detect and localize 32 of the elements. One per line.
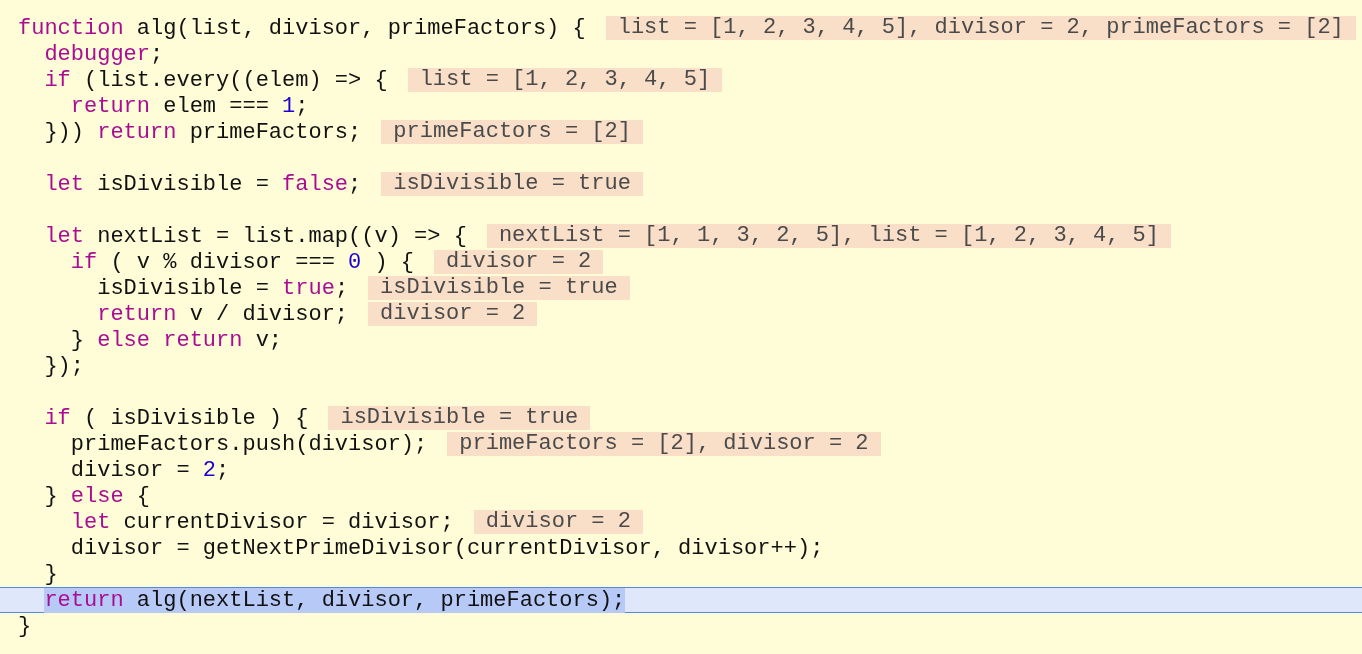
inline-value-badge: isDivisible = true: [381, 172, 643, 196]
code-line: })) return primeFactors;: [43, 119, 362, 145]
code-line: divisor = getNextPrimeDivisor(currentDivisor, divisor++);: [69, 535, 824, 561]
inline-value-badge: isDivisible = true: [328, 406, 591, 430]
code-line: } else return v;: [69, 327, 283, 353]
code-line: primeFactors.push(divisor);: [69, 431, 428, 457]
inline-value-badge: primeFactors = [2]: [381, 120, 643, 144]
code-line: let currentDivisor = divisor;: [69, 509, 454, 535]
code-line: }: [18, 613, 32, 639]
code-line: if (list.every((elem) => {: [43, 67, 388, 93]
inline-value-badge: nextList = [1, 1, 3, 2, 5], list = [1, 2, 3, 4, 5]: [486, 224, 1171, 248]
code-line: isDivisible = true;: [96, 275, 349, 301]
code-line: return v / divisor;: [96, 301, 349, 327]
inline-value-badge: primeFactors = [2], divisor = 2: [447, 432, 881, 456]
code-line: }: [43, 561, 58, 587]
code-line: return alg(nextList, divisor, primeFactors);: [43, 587, 626, 613]
code-line: });: [43, 353, 84, 379]
code-line: divisor = 2;: [69, 457, 230, 483]
inline-value-badge: list = [1, 2, 3, 4, 5], divisor = 2, primeFactors = [2]: [605, 16, 1356, 40]
code-line: if ( isDivisible ) {: [43, 405, 309, 431]
code-line: let nextList = list.map((v) => {: [43, 223, 467, 249]
inline-value-badge: divisor = 2: [368, 302, 538, 326]
code-line: function alg(list, divisor, primeFactors) {: [18, 15, 586, 41]
inline-value-badge: isDivisible = true: [368, 276, 630, 300]
code-line: return elem === 1;: [69, 93, 309, 119]
inline-value-badge: divisor = 2: [473, 510, 643, 534]
code-line: debugger;: [43, 41, 164, 67]
code-line: } else {: [43, 483, 151, 509]
inline-value-badge: list = [1, 2, 3, 4, 5]: [407, 68, 723, 92]
code-line: let isDivisible = false;: [43, 171, 362, 197]
inline-value-badge: divisor = 2: [434, 250, 604, 274]
code-line: if ( v % divisor === 0 ) {: [69, 249, 415, 275]
